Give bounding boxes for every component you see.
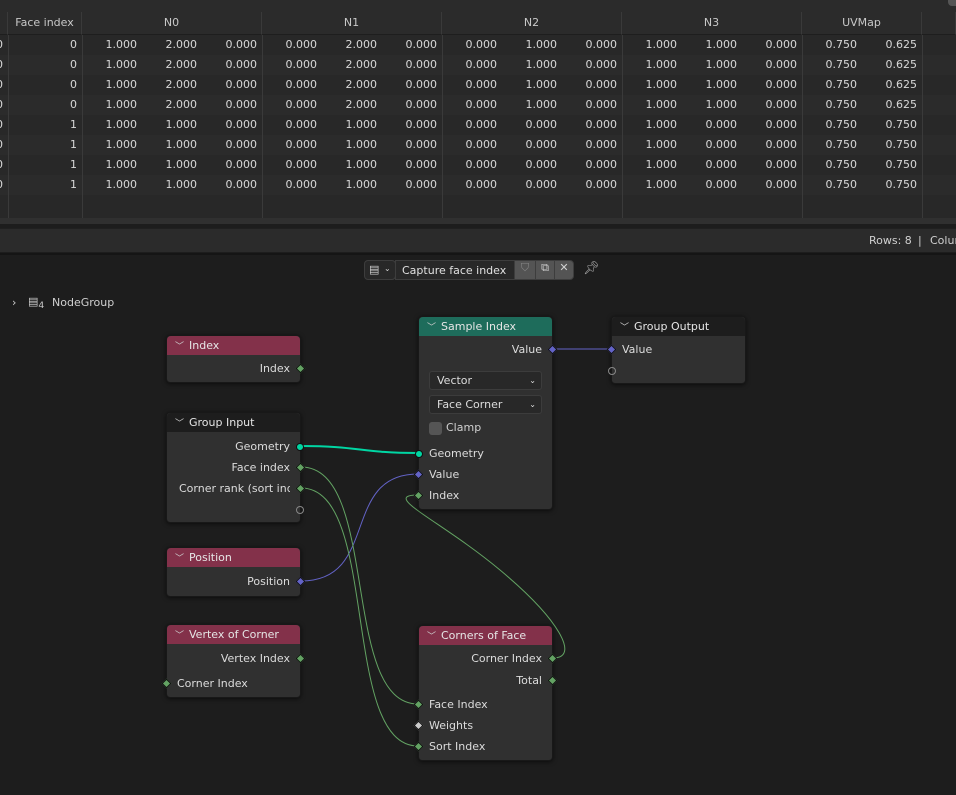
- data-type-dropdown[interactable]: Vector ⌄: [429, 371, 542, 390]
- socket-label: Geometry: [235, 440, 290, 453]
- socket-label: Weights: [429, 719, 474, 732]
- socket-geometry-in[interactable]: [415, 450, 423, 458]
- chevron-down-icon[interactable]: ﹀: [427, 628, 441, 647]
- clamp-label: Clamp: [446, 421, 482, 434]
- chevron-down-icon[interactable]: ﹀: [175, 338, 189, 357]
- socket-label: Position: [247, 575, 290, 588]
- node-sample-index[interactable]: ﹀ Sample Index Value Vector ⌄ Face Corner ⌄…: [413, 316, 558, 510]
- node-corners-of-face[interactable]: ﹀ Corners of Face Corner Index Total Face…: [413, 625, 558, 761]
- socket-label: Face index: [231, 461, 290, 474]
- dropdown-value: Vector: [437, 374, 473, 387]
- node-title: Group Input: [189, 416, 255, 429]
- node-title: Index: [189, 339, 220, 352]
- socket-label: Index: [429, 489, 460, 502]
- node-vertex-of-corner[interactable]: ﹀ Vertex of Corner Vertex Index Corner In…: [161, 624, 306, 698]
- chevron-down-icon[interactable]: ﹀: [175, 627, 189, 646]
- socket-label: Corner rank (sort ind...: [179, 482, 290, 495]
- socket-label: Face Index: [429, 698, 488, 711]
- clamp-checkbox[interactable]: [429, 422, 442, 435]
- node-group-output[interactable]: ﹀ Group Output Value: [606, 316, 746, 384]
- socket-label: Value: [622, 343, 653, 356]
- link-position-value: [300, 473, 419, 582]
- chevron-down-icon[interactable]: ﹀: [175, 550, 189, 569]
- node-title: Vertex of Corner: [189, 628, 279, 641]
- chevron-down-icon[interactable]: ﹀: [175, 415, 189, 434]
- socket-label: Corner Index: [177, 677, 248, 690]
- socket-geometry-out[interactable]: [296, 443, 304, 451]
- socket-empty-in[interactable]: [608, 367, 616, 375]
- node-title: Position: [189, 551, 232, 564]
- domain-dropdown[interactable]: Face Corner ⌄: [429, 395, 542, 414]
- socket-label: Sort Index: [429, 740, 486, 753]
- socket-label: Value: [429, 468, 460, 481]
- socket-label: Geometry: [429, 447, 484, 460]
- link-corner-rank: [300, 487, 419, 747]
- node-title: Group Output: [634, 320, 710, 333]
- node-title: Corners of Face: [441, 629, 527, 642]
- socket-label: Total: [516, 674, 542, 687]
- socket-label: Corner Index: [471, 652, 542, 665]
- socket-label: Vertex Index: [220, 652, 290, 665]
- node-index[interactable]: ﹀ Index Index: [166, 335, 306, 383]
- chevron-down-icon: ⌄: [529, 376, 536, 385]
- node-group-input[interactable]: ﹀ Group Input Geometry Face index Corner …: [166, 412, 306, 523]
- chevron-down-icon[interactable]: ﹀: [427, 319, 441, 338]
- socket-label: Value: [511, 343, 542, 356]
- chevron-down-icon: ⌄: [529, 400, 536, 409]
- node-title: Sample Index: [441, 320, 517, 333]
- link-geometry: [300, 445, 419, 454]
- node-position[interactable]: ﹀ Position Position: [166, 547, 306, 597]
- socket-empty-out[interactable]: [296, 506, 304, 514]
- socket-label: Index: [259, 362, 290, 375]
- chevron-down-icon[interactable]: ﹀: [620, 319, 634, 338]
- dropdown-value: Face Corner: [437, 398, 503, 411]
- link-face-index: [300, 466, 419, 705]
